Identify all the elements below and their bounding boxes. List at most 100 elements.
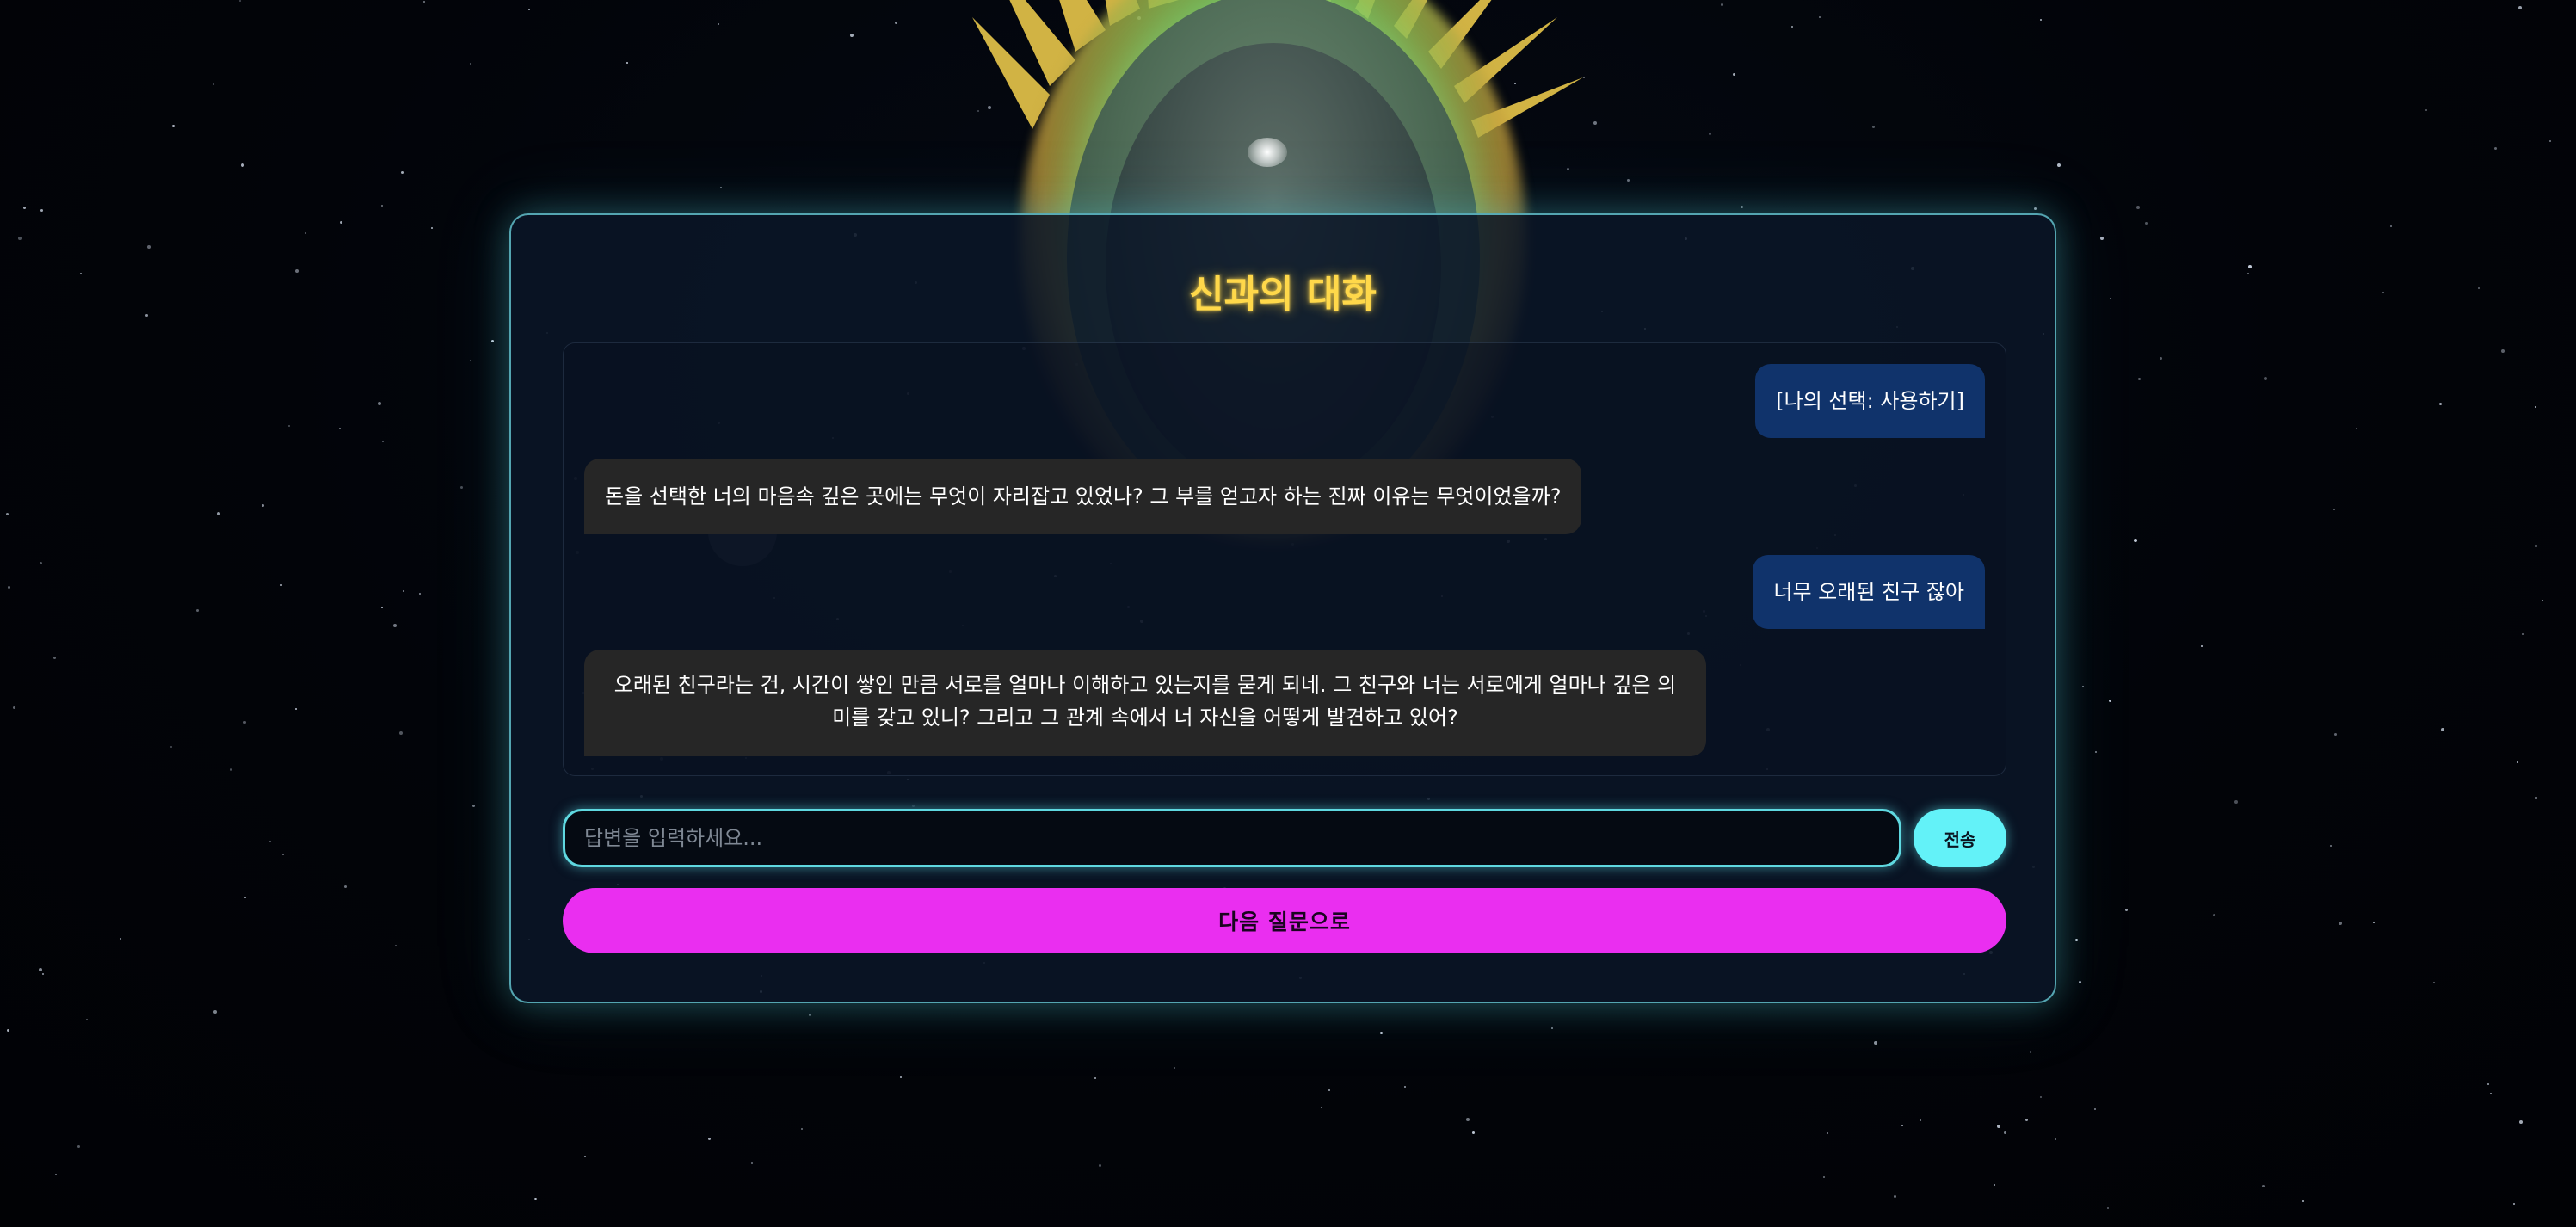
send-button[interactable]: 전송: [1914, 809, 2006, 867]
star-dot: [339, 428, 341, 429]
star-dot: [378, 402, 381, 405]
answer-input-row: 전송: [563, 809, 2006, 867]
star-dot: [2040, 1096, 2042, 1098]
star-dot: [2535, 545, 2537, 547]
star-dot: [1466, 1118, 1470, 1121]
star-dot: [230, 768, 232, 771]
star-dot: [1551, 1027, 1553, 1029]
star-dot: [2138, 378, 2141, 380]
star-dot: [23, 207, 26, 209]
star-dot: [470, 63, 471, 65]
god-message: 돈을 선택한 너의 마음속 깊은 곳에는 무엇이 자리잡고 있었나? 그 부를 …: [584, 459, 1582, 534]
star-dot: [1627, 179, 1630, 182]
star-dot: [241, 163, 244, 167]
dialog-panel: 신과의 대화 [나의 선택: 사용하기] 돈을 선택한 너의 마음속 깊은 곳에…: [509, 213, 2056, 1003]
star-dot: [2075, 939, 2078, 941]
star-dot: [381, 607, 383, 608]
star-dot: [2487, 1083, 2489, 1085]
star-dot: [2100, 237, 2104, 240]
star-dot: [1827, 1132, 1828, 1134]
god-message: 오래된 친구라는 건, 시간이 쌓인 만큼 서로를 얼마나 이해하고 있는지를 …: [584, 650, 1706, 756]
star-dot: [1404, 1086, 1406, 1088]
star-dot: [1099, 1164, 1101, 1167]
star-dot: [80, 273, 82, 274]
star-dot: [2478, 287, 2480, 289]
star-dot: [170, 746, 172, 748]
star-dot: [2213, 914, 2215, 916]
star-dot: [401, 171, 404, 174]
star-dot: [7, 1029, 9, 1032]
star-dot: [2025, 1119, 2028, 1121]
star-dot: [403, 590, 404, 592]
star-dot: [2082, 686, 2084, 687]
star-dot: [2441, 728, 2444, 731]
star-dot: [2030, 1051, 2031, 1053]
star-dot: [528, 9, 530, 10]
answer-input[interactable]: [563, 809, 1901, 867]
star-dot: [344, 885, 347, 888]
eye-glint: [1248, 138, 1287, 167]
star-dot: [2517, 761, 2518, 763]
star-dot: [39, 968, 42, 971]
user-message: [나의 선택: 사용하기]: [1755, 364, 1985, 438]
star-dot: [2136, 206, 2140, 209]
star-dot: [2234, 800, 2238, 804]
star-dot: [2040, 19, 2042, 21]
star-dot: [431, 227, 433, 229]
star-dot: [2494, 147, 2497, 150]
star-dot: [1872, 126, 1875, 128]
page-title: 신과의 대화: [1189, 273, 1377, 317]
star-dot: [2522, 633, 2524, 635]
star-dot: [1791, 26, 1793, 28]
star-dot: [2518, 6, 2522, 9]
star-dot: [472, 805, 475, 807]
star-dot: [2382, 292, 2384, 293]
star-dot: [217, 512, 220, 515]
star-dot: [460, 486, 463, 489]
star-dot: [42, 973, 44, 975]
star-dot: [2535, 406, 2536, 408]
star-dot: [8, 586, 10, 589]
star-dot: [2513, 1203, 2515, 1205]
star-dot: [2433, 982, 2435, 983]
star-dot: [2055, 1138, 2056, 1140]
star-dot: [2549, 140, 2551, 142]
star-dot: [423, 1, 425, 3]
star-dot: [213, 1010, 217, 1014]
star-dot: [809, 1014, 811, 1016]
star-dot: [2004, 1131, 2006, 1134]
star-dot: [2095, 751, 2097, 753]
star-dot: [2425, 109, 2427, 111]
star-dot: [1094, 1077, 1096, 1079]
star-dot: [2125, 909, 2128, 911]
star-dot: [2501, 349, 2505, 353]
chat-log[interactable]: [나의 선택: 사용하기] 돈을 선택한 너의 마음속 깊은 곳에는 무엇이 자…: [563, 342, 2006, 776]
star-dot: [584, 1156, 586, 1157]
star-dot: [295, 708, 297, 710]
star-dot: [2356, 428, 2357, 429]
star-dot: [120, 938, 121, 940]
star-dot: [2330, 845, 2332, 847]
star-dot: [1997, 1125, 2000, 1128]
star-dot: [2107, 1207, 2109, 1209]
star-dot: [382, 441, 384, 442]
star-dot: [2160, 357, 2162, 360]
star-dot: [2334, 733, 2337, 736]
star-dot: [2302, 1200, 2304, 1202]
star-dot: [751, 1162, 753, 1164]
star-dot: [340, 221, 342, 224]
star-dot: [2390, 225, 2392, 227]
star-dot: [2109, 700, 2111, 702]
star-dot: [53, 657, 56, 659]
star-dot: [626, 62, 628, 64]
star-dot: [282, 854, 284, 855]
star-dot: [239, 0, 241, 2]
user-message: 너무 오래된 친구 잖아: [1753, 555, 1985, 629]
star-dot: [2535, 797, 2537, 799]
next-question-button[interactable]: 다음 질문으로: [563, 888, 2006, 953]
star-dot: [2373, 922, 2375, 923]
star-dot: [269, 841, 271, 842]
star-dot: [2339, 922, 2342, 925]
star-dot: [1894, 1195, 1896, 1198]
star-dot: [1874, 1041, 1877, 1045]
